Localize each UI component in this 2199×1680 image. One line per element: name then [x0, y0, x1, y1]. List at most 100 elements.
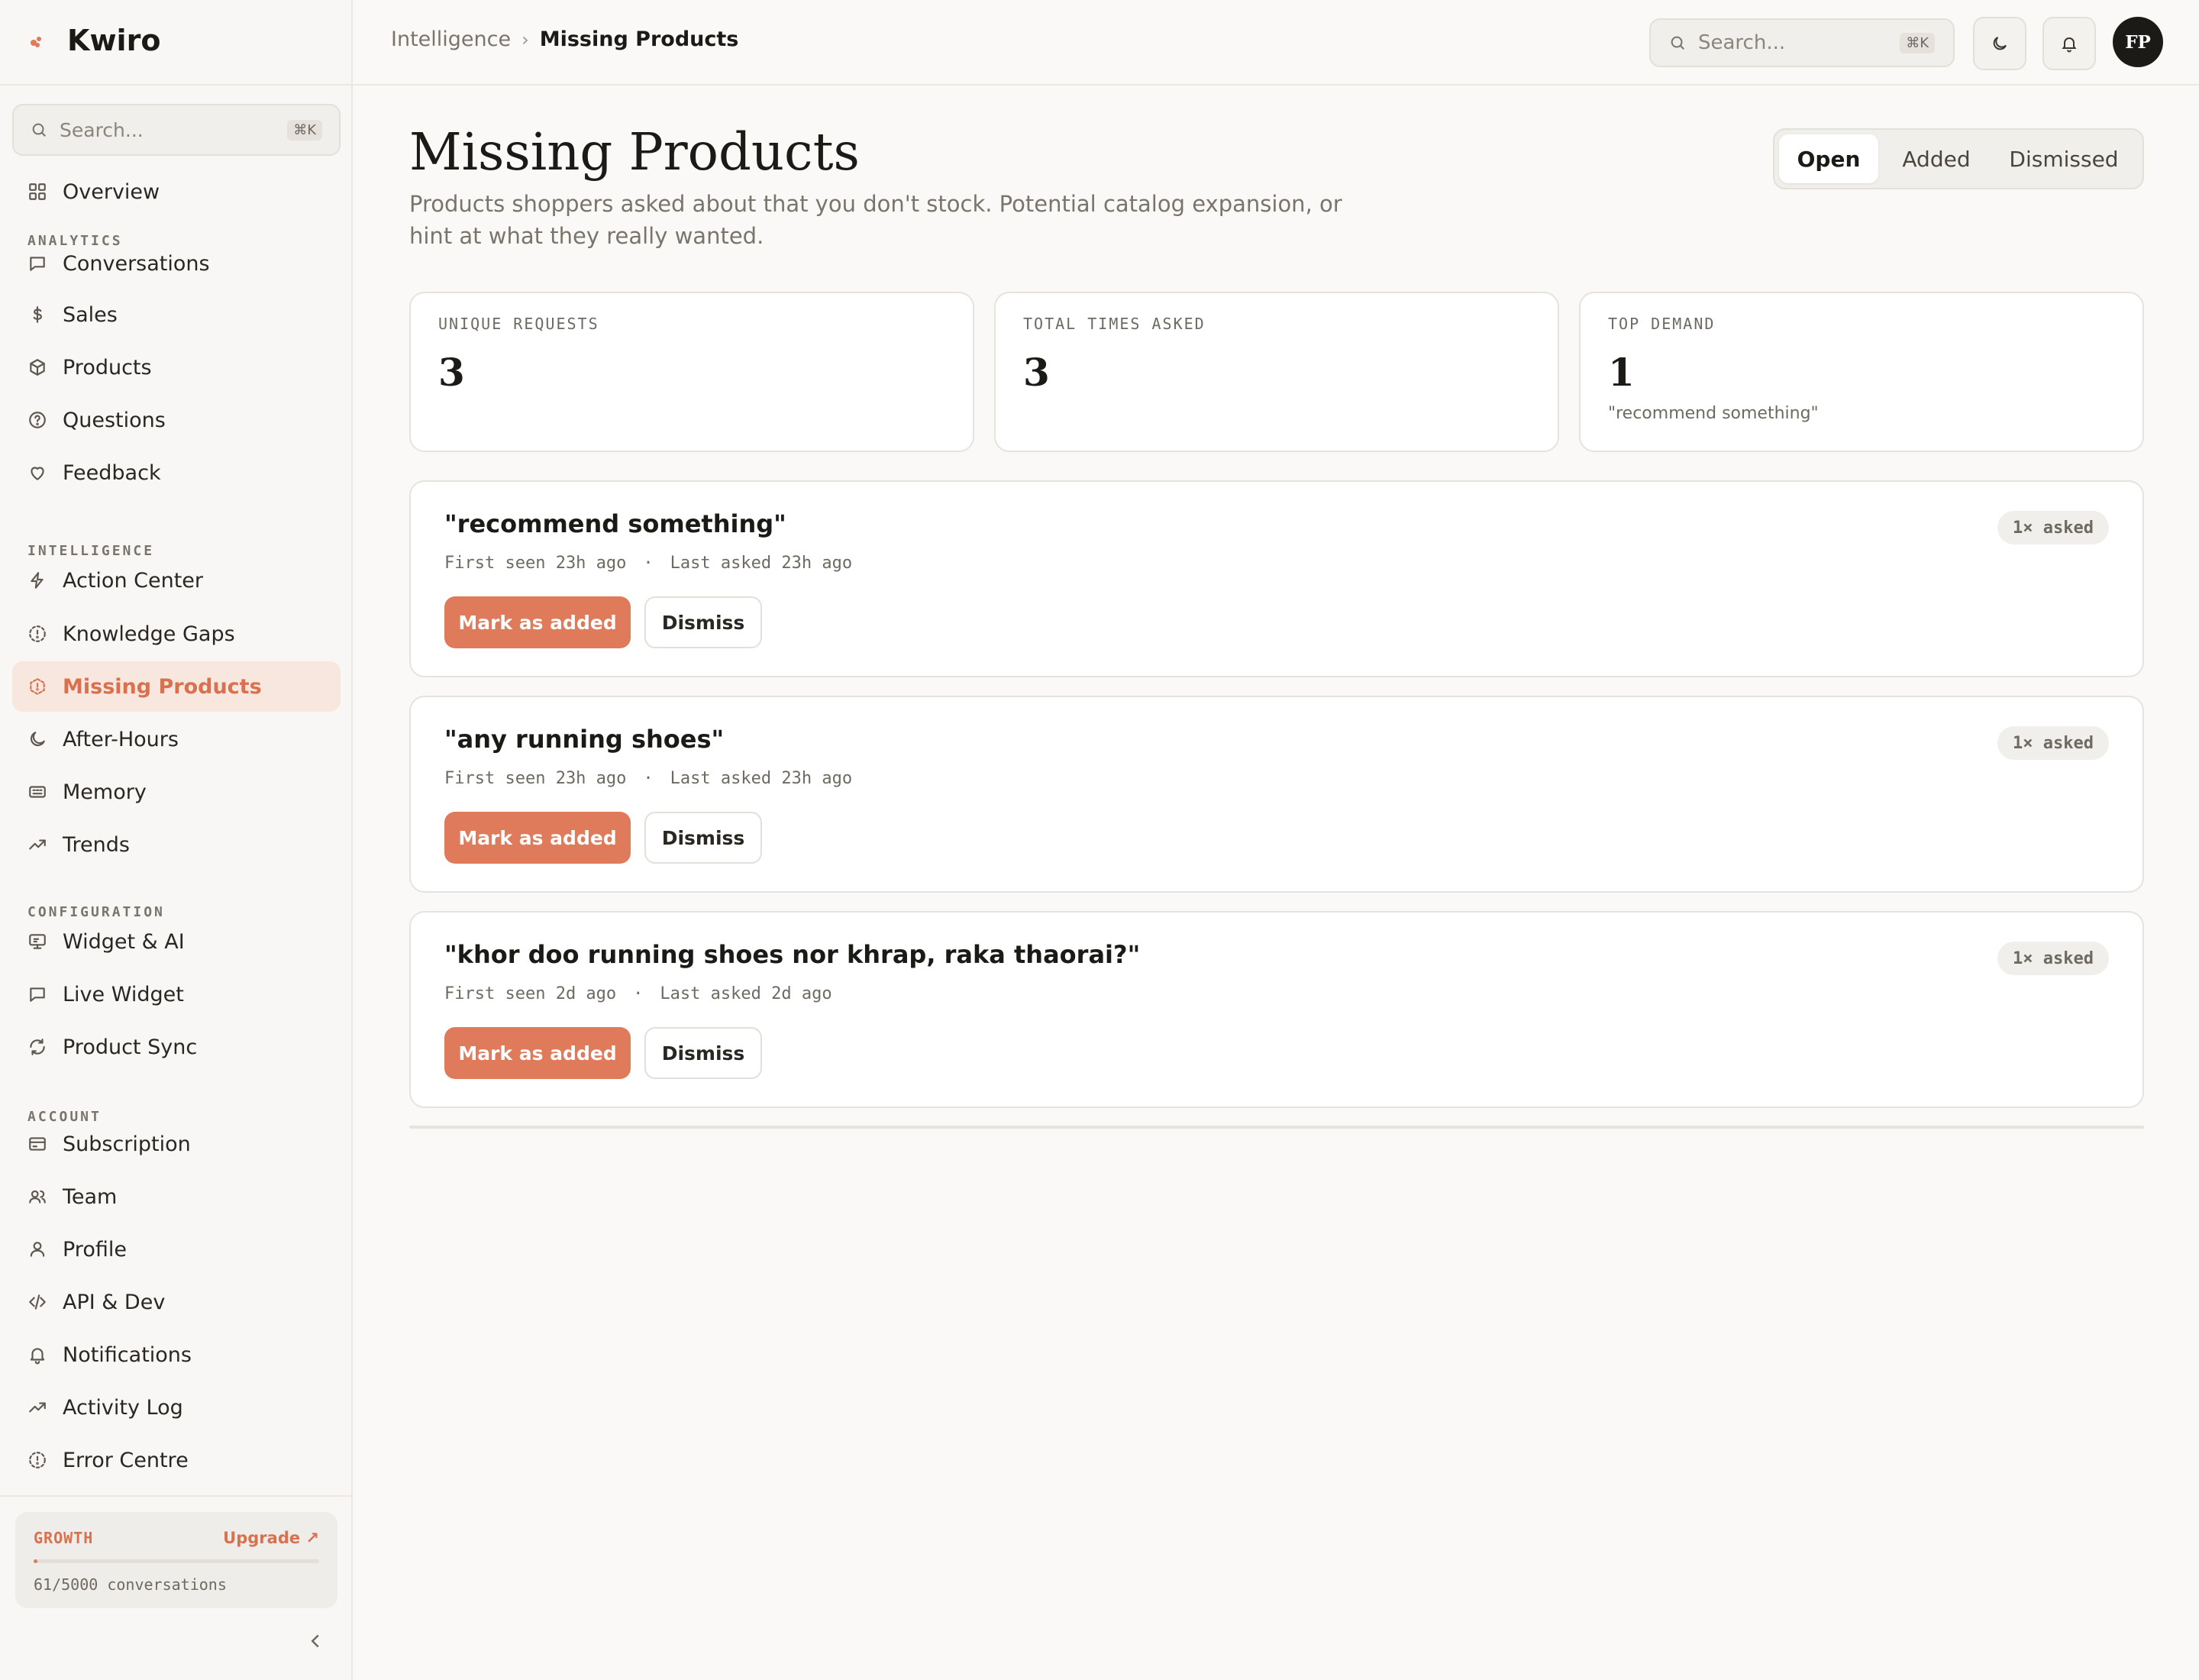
shortcut-hint: ⌘K	[1900, 32, 1935, 53]
sidebar-item-conversations[interactable]: Conversations	[12, 238, 341, 289]
stat-label: UNIQUE REQUESTS	[438, 315, 599, 333]
alert-icon	[27, 1450, 47, 1470]
sidebar-item-team[interactable]: Team	[12, 1171, 341, 1222]
upgrade-link[interactable]: Upgrade ↗	[223, 1529, 319, 1547]
sidebar-item-notifications[interactable]: Notifications	[12, 1329, 341, 1380]
user-avatar[interactable]: FP	[2113, 17, 2163, 67]
request-meta: First seen 2d ago · Last asked 2d ago	[444, 984, 832, 1003]
search-icon	[1669, 34, 1686, 51]
dismiss-button[interactable]: Dismiss	[644, 812, 762, 864]
memory-icon	[27, 782, 47, 802]
notifications-button[interactable]	[2042, 17, 2096, 70]
sidebar-item-product-sync[interactable]: Product Sync	[12, 1022, 341, 1072]
request-title: "khor doo running shoes nor khrap, raka …	[444, 940, 1141, 969]
sidebar-item-subscription[interactable]: Subscription	[12, 1119, 341, 1169]
sidebar-item-label: Trends	[63, 832, 130, 857]
bell-icon	[27, 1345, 47, 1365]
sidebar-search-input[interactable]: Search... ⌘K	[12, 104, 341, 156]
sidebar-item-products[interactable]: Products	[12, 342, 341, 393]
moon-icon	[27, 729, 47, 749]
brand[interactable]: Kwiro	[27, 21, 160, 60]
chevron-left-icon	[311, 1634, 319, 1648]
meta-separator: ·	[633, 984, 644, 1003]
sidebar-item-label: Memory	[63, 780, 147, 804]
sidebar-item-profile[interactable]: Profile	[12, 1224, 341, 1275]
stat-note: "recommend something"	[1608, 404, 1819, 423]
sidebar-item-activity-log[interactable]: Activity Log	[12, 1382, 341, 1433]
breadcrumb-current: Missing Products	[539, 27, 739, 51]
global-search-input[interactable]: Search... ⌘K	[1649, 18, 1955, 67]
sidebar-item-knowledge-gaps[interactable]: Knowledge Gaps	[12, 609, 341, 659]
list-end-divider	[409, 1126, 2144, 1129]
dollar-icon	[27, 305, 47, 325]
breadcrumb: Intelligence › Missing Products	[391, 27, 738, 51]
box-icon	[27, 357, 47, 377]
sidebar-item-feedback[interactable]: Feedback	[12, 447, 341, 498]
search-placeholder: Search...	[1698, 31, 1786, 54]
status-filter-tabs: Open Added Dismissed	[1773, 128, 2144, 189]
sidebar-item-live-widget[interactable]: Live Widget	[12, 969, 341, 1019]
sidebar-item-label: Product Sync	[63, 1035, 198, 1059]
sidebar-item-error-centre[interactable]: Error Centre	[12, 1435, 341, 1485]
missing-product-card: "recommend something" First seen 23h ago ·…	[409, 480, 2144, 677]
sidebar-item-label: Missing Products	[63, 674, 262, 699]
usage-progress-bar	[34, 1559, 319, 1563]
sidebar-item-label: Products	[63, 355, 152, 380]
sidebar-item-action-center[interactable]: Action Center	[12, 555, 341, 606]
sidebar-item-questions[interactable]: Questions	[12, 395, 341, 445]
theme-toggle-button[interactable]	[1973, 17, 2026, 70]
sidebar-item-label: API & Dev	[63, 1290, 166, 1314]
request-title: "recommend something"	[444, 509, 786, 538]
sidebar-item-widget-ai[interactable]: Widget & AI	[12, 916, 341, 967]
asked-count-badge: 1× asked	[1997, 942, 2109, 975]
sidebar-item-label: Feedback	[63, 460, 161, 485]
grid-icon	[27, 182, 47, 202]
sidebar-item-label: Profile	[63, 1237, 127, 1262]
bell-icon	[2062, 37, 2077, 53]
asked-count-badge: 1× asked	[1997, 726, 2109, 760]
tab-added[interactable]: Added	[1883, 134, 1990, 183]
sidebar-item-sales[interactable]: Sales	[12, 289, 341, 340]
sidebar-item-overview[interactable]: Overview	[12, 166, 341, 217]
first-seen: First seen 23h ago	[444, 554, 627, 573]
dismiss-button[interactable]: Dismiss	[644, 596, 762, 648]
page-subtitle: Products shoppers asked about that you d…	[409, 191, 1342, 249]
request-meta: First seen 23h ago · Last asked 23h ago	[444, 769, 852, 788]
plan-name: GROWTH	[34, 1529, 94, 1547]
sidebar-item-after-hours[interactable]: After-Hours	[12, 714, 341, 764]
asked-count-badge: 1× asked	[1997, 511, 2109, 544]
meta-separator: ·	[643, 554, 654, 573]
breadcrumb-separator: ›	[521, 28, 529, 50]
dismiss-button[interactable]: Dismiss	[644, 1027, 762, 1079]
sidebar-item-label: Knowledge Gaps	[63, 622, 235, 646]
request-title: "any running shoes"	[444, 725, 725, 754]
breadcrumb-parent[interactable]: Intelligence	[391, 27, 511, 51]
mark-as-added-button[interactable]: Mark as added	[444, 596, 631, 648]
heart-icon	[27, 463, 47, 483]
missing-product-card: "khor doo running shoes nor khrap, raka …	[409, 911, 2144, 1108]
collapse-sidebar-button[interactable]	[304, 1630, 327, 1653]
chat-icon	[27, 984, 47, 1004]
trend-icon	[27, 835, 47, 855]
sidebar-item-missing-products[interactable]: Missing Products	[12, 661, 341, 712]
topbar: Intelligence › Missing Products Search..…	[353, 0, 2199, 86]
stat-value: 3	[438, 350, 465, 395]
page-title: Missing Products	[409, 122, 860, 182]
trend-icon	[27, 1397, 47, 1417]
mark-as-added-button[interactable]: Mark as added	[444, 1027, 631, 1079]
sidebar-item-api-dev[interactable]: API & Dev	[12, 1277, 341, 1327]
bolt-icon	[27, 570, 47, 590]
sync-icon	[27, 1037, 47, 1057]
sidebar-item-label: Conversations	[63, 251, 210, 276]
first-seen: First seen 23h ago	[444, 769, 627, 788]
sidebar-item-trends[interactable]: Trends	[12, 819, 341, 870]
stat-value: 3	[1023, 350, 1050, 395]
tab-open[interactable]: Open	[1779, 134, 1878, 183]
tab-dismissed[interactable]: Dismissed	[1994, 134, 2133, 183]
shortcut-hint: ⌘K	[287, 119, 322, 141]
sidebar-item-memory[interactable]: Memory	[12, 767, 341, 817]
mark-as-added-button[interactable]: Mark as added	[444, 812, 631, 864]
usage-progress-fill	[34, 1559, 37, 1563]
last-asked: Last asked 2d ago	[660, 984, 832, 1003]
sidebar-item-label: Live Widget	[63, 982, 184, 1006]
